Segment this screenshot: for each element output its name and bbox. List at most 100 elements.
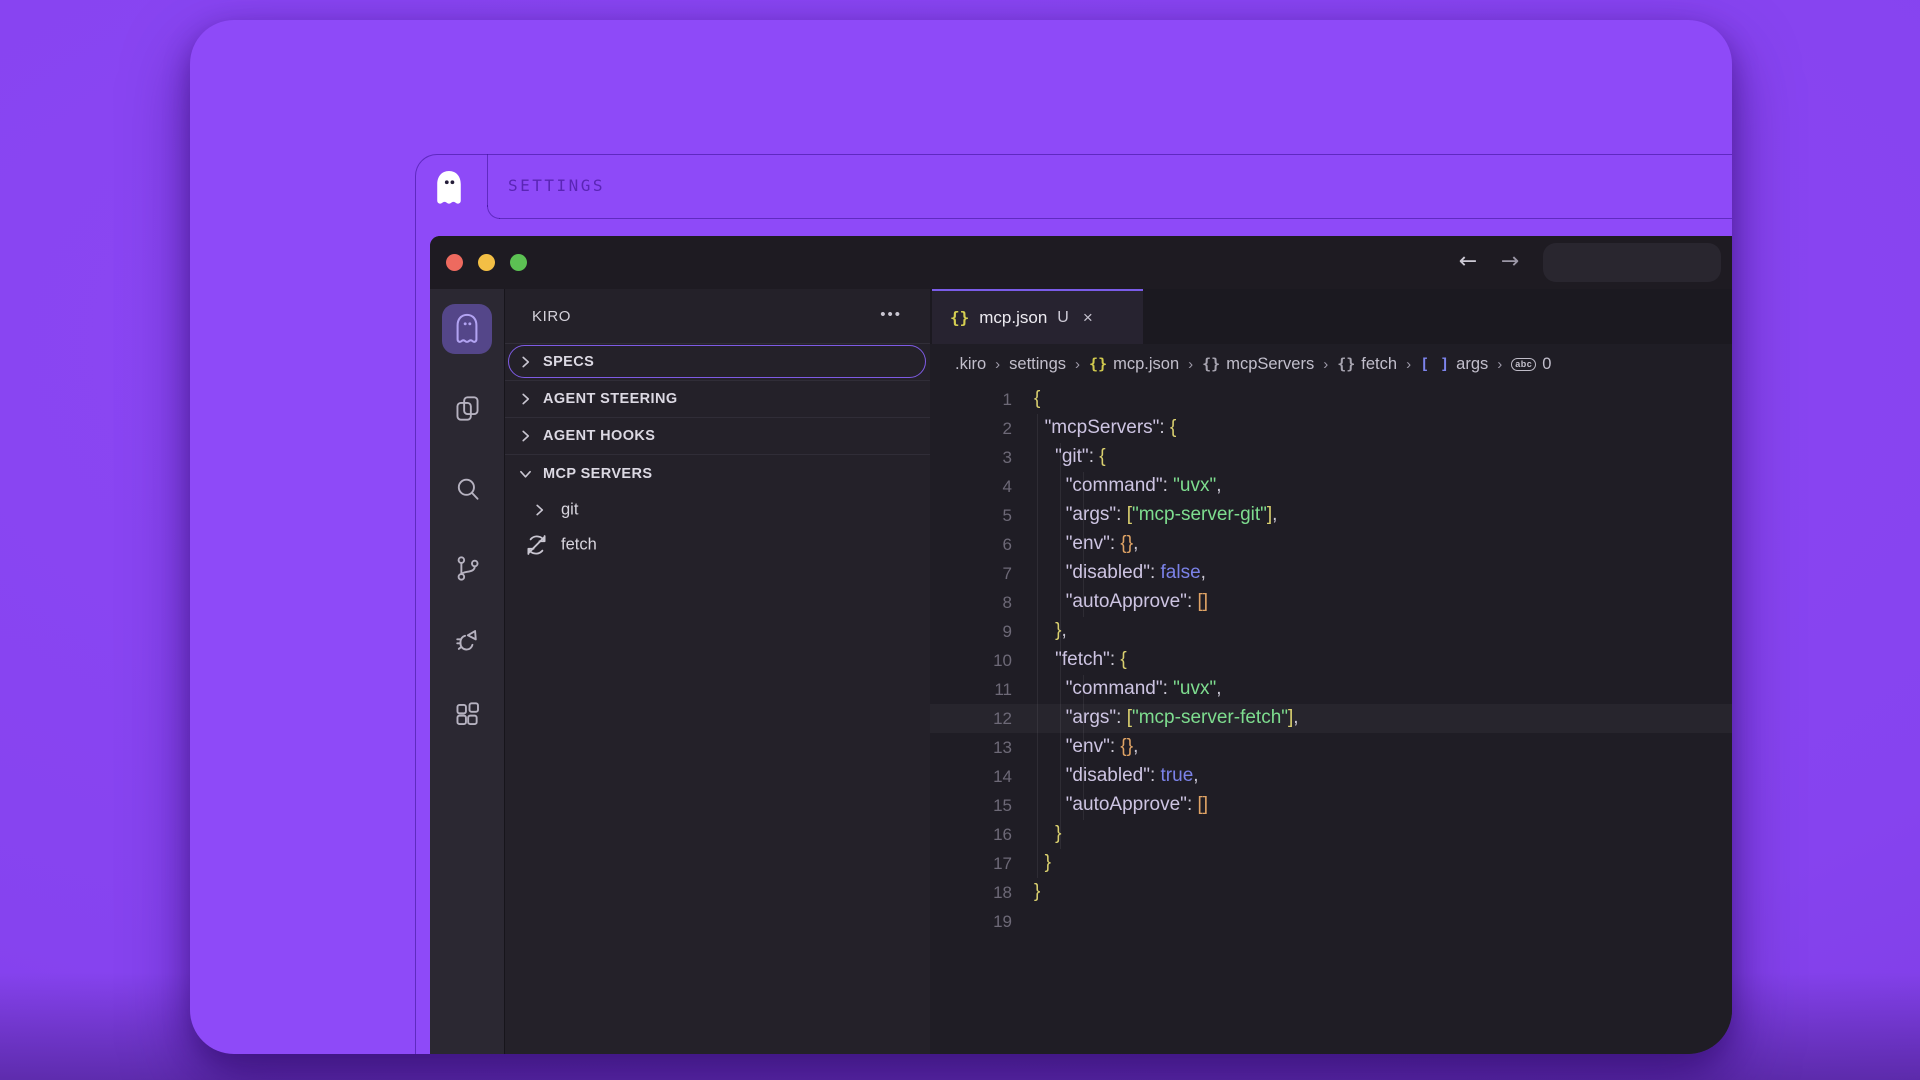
line-number: 12	[930, 704, 1012, 733]
code-line: "fetch": {	[1034, 645, 1732, 674]
code-line: }	[1034, 819, 1732, 848]
line-number: 16	[930, 820, 1012, 849]
chevron-right-icon	[533, 503, 546, 516]
breadcrumb-separator: ›	[1406, 356, 1411, 373]
json-file-icon: {}	[950, 308, 969, 327]
page-background: SETTINGS ← → KIRO ••• SPECSAGENT STEERIN	[0, 0, 1920, 1080]
line-number: 18	[930, 878, 1012, 907]
code-line: }	[1034, 848, 1732, 877]
sidebar-section-specs[interactable]: SPECS	[505, 344, 930, 381]
line-number: 6	[930, 530, 1012, 559]
tab-mcp-json[interactable]: {} mcp.json U ×	[932, 289, 1143, 344]
kiro-ghost-logo-icon[interactable]	[432, 168, 466, 208]
editor-group: {} mcp.json U × .kiro›settings›{}mcp.jso…	[930, 289, 1732, 1054]
editor-tabstrip: {} mcp.json U ×	[930, 289, 1732, 344]
breadcrumb-item-0[interactable]: abc0	[1511, 355, 1551, 374]
array-bracket-icon: [ ]	[1420, 355, 1450, 373]
code-line: "command": "uvx",	[1034, 674, 1732, 703]
activity-item-run-debug[interactable]	[453, 625, 482, 654]
more-actions-icon[interactable]: •••	[880, 289, 902, 344]
close-traffic-light[interactable]	[446, 254, 463, 271]
code-line: "args": ["mcp-server-fetch"],	[1034, 703, 1732, 732]
breadcrumb-item-kiro[interactable]: .kiro	[955, 355, 986, 374]
extensions-icon	[453, 700, 482, 729]
breadcrumb-label: settings	[1009, 355, 1066, 374]
activity-item-search[interactable]	[453, 475, 482, 504]
section-label: AGENT STEERING	[543, 391, 678, 407]
minimize-traffic-light[interactable]	[478, 254, 495, 271]
command-search-box[interactable]	[1543, 243, 1721, 282]
maximize-traffic-light[interactable]	[510, 254, 527, 271]
debug-icon	[453, 625, 482, 654]
line-number: 14	[930, 762, 1012, 791]
code-lines: { "mcpServers": { "git": { "command": "u…	[1034, 384, 1732, 935]
activity-bar	[430, 289, 505, 1054]
line-numbers: 12345678910111213141516171819	[930, 385, 1012, 936]
code-line: "autoApprove": []	[1034, 587, 1732, 616]
sidebar: KIRO ••• SPECS AGENT STEERING AGENT HOOKS M…	[505, 289, 930, 1054]
tab-filename: mcp.json	[979, 308, 1047, 328]
code-line: "disabled": true,	[1034, 761, 1732, 790]
tree-item-label: fetch	[561, 535, 597, 554]
breadcrumb-label: fetch	[1361, 355, 1397, 374]
line-number: 11	[930, 675, 1012, 704]
code-line: "args": ["mcp-server-git"],	[1034, 500, 1732, 529]
history-forward-icon[interactable]: →	[1493, 236, 1527, 289]
window-titlebar: ← →	[430, 236, 1732, 289]
sidebar-section-agent-hooks[interactable]: AGENT HOOKS	[505, 418, 930, 455]
line-number: 15	[930, 791, 1012, 820]
breadcrumb-label: 0	[1542, 355, 1551, 374]
breadcrumb-label: mcpServers	[1226, 355, 1314, 374]
settings-tab[interactable]: SETTINGS	[508, 154, 605, 218]
window-body: KIRO ••• SPECS AGENT STEERING AGENT HOOKS M…	[430, 289, 1732, 1054]
activity-item-source-control[interactable]	[453, 554, 482, 583]
code-line: }	[1034, 877, 1732, 906]
tab-close-icon[interactable]: ×	[1083, 308, 1093, 328]
line-number: 2	[930, 414, 1012, 443]
sidebar-section-mcp-servers[interactable]: MCP SERVERS	[505, 455, 930, 492]
tab-modified-indicator: U	[1057, 309, 1069, 327]
chevron-down-icon	[519, 467, 532, 480]
history-back-icon[interactable]: ←	[1451, 236, 1485, 289]
sidebar-header: KIRO •••	[505, 289, 930, 344]
section-label: AGENT HOOKS	[543, 428, 655, 444]
line-number: 5	[930, 501, 1012, 530]
code-line: "command": "uvx",	[1034, 471, 1732, 500]
files-icon	[453, 394, 482, 423]
sidebar-section-agent-steering[interactable]: AGENT STEERING	[505, 381, 930, 418]
chevron-right-icon	[519, 356, 532, 369]
line-number: 10	[930, 646, 1012, 675]
code-line: "env": {},	[1034, 732, 1732, 761]
breadcrumb-item-mcpServers[interactable]: {}mcpServers	[1202, 355, 1314, 374]
line-number: 7	[930, 559, 1012, 588]
activity-item-extensions[interactable]	[453, 700, 482, 729]
branch-icon	[453, 554, 482, 583]
hero-card: SETTINGS ← → KIRO ••• SPECSAGENT STEERIN	[190, 20, 1732, 1054]
code-line: "disabled": false,	[1034, 558, 1732, 587]
activity-item-explorer[interactable]	[453, 394, 482, 423]
line-number: 17	[930, 849, 1012, 878]
line-number: 3	[930, 443, 1012, 472]
breadcrumb-item-settings[interactable]: settings	[1009, 355, 1066, 374]
breadcrumb-separator: ›	[1497, 356, 1502, 373]
code-editor[interactable]: 12345678910111213141516171819 { "mcpServ…	[930, 384, 1732, 1054]
code-line: {	[1034, 384, 1732, 413]
chevron-right-icon	[519, 430, 532, 443]
tree-item-fetch[interactable]: fetch	[505, 527, 930, 562]
ghost-icon	[452, 312, 482, 346]
breadcrumb-item-fetch[interactable]: {} fetch	[1337, 355, 1397, 374]
line-number: 9	[930, 617, 1012, 646]
code-line: "env": {},	[1034, 529, 1732, 558]
breadcrumb-separator: ›	[995, 356, 1000, 373]
tree-item-git[interactable]: git	[505, 492, 930, 527]
json-braces-icon: {}	[1089, 355, 1107, 373]
breadcrumb-item-args[interactable]: [ ]args	[1420, 355, 1488, 374]
breadcrumb-item-mcp.json[interactable]: {}mcp.json	[1089, 355, 1179, 374]
breadcrumb-separator: ›	[1323, 356, 1328, 373]
breadcrumb-separator: ›	[1075, 356, 1080, 373]
section-label: SPECS	[543, 354, 594, 370]
object-braces-icon: {}	[1337, 355, 1355, 373]
code-line	[1034, 906, 1732, 935]
activity-item-kiro[interactable]	[442, 304, 492, 354]
chevron-right-icon	[519, 393, 532, 406]
